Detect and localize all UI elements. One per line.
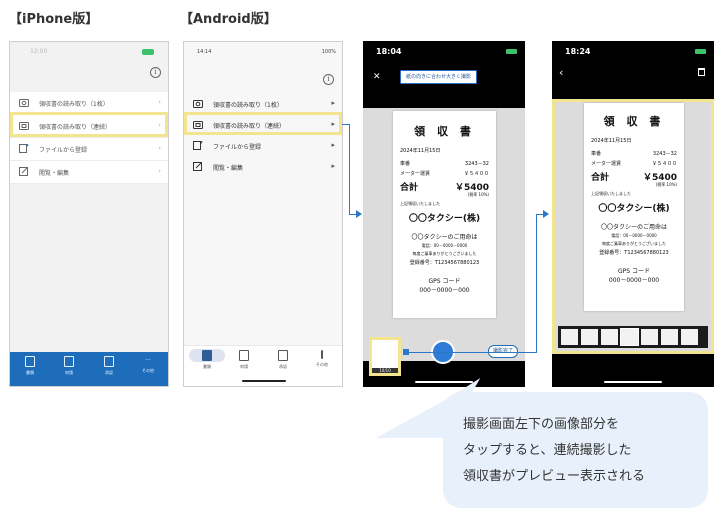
menu-item-read-single[interactable]: 領収書の読み取り（1枚） ▸ xyxy=(184,93,342,114)
back-icon[interactable]: ‹ xyxy=(559,66,563,79)
home-indicator xyxy=(242,380,286,382)
connector-line xyxy=(536,214,537,353)
more-icon: ··· xyxy=(145,357,151,364)
highlight-box xyxy=(184,112,342,135)
tab-other[interactable]: その他 xyxy=(307,350,337,368)
camera-icon xyxy=(19,99,29,107)
file-add-icon xyxy=(193,141,203,150)
preview-frame: 領 収 書 2024年11月15日 車番 3243－32 メーター運賃 ￥５４００ … xyxy=(552,99,714,354)
edit-icon xyxy=(193,162,202,171)
chevron-right-icon: ▸ xyxy=(331,162,335,170)
thumbnail[interactable] xyxy=(661,329,678,345)
chevron-right-icon: › xyxy=(158,144,161,152)
chevron-right-icon: › xyxy=(158,167,161,175)
status-clock: 18:04 xyxy=(376,47,402,56)
shot-counter: 10/10 xyxy=(372,368,398,373)
menu-item-label: 閲覧・編集 xyxy=(39,170,70,177)
menu-item-view-edit[interactable]: 閲覧・編集 ▸ xyxy=(184,156,342,177)
thumbnail[interactable] xyxy=(601,329,618,345)
callout-text: 撮影画面左下の画像部分を タップすると、連続撮影した 領収書がプレビュー表示され… xyxy=(463,417,646,484)
status-bar: 14:14 100% xyxy=(184,42,342,64)
status-bar: 18:04 xyxy=(363,41,525,63)
edit-icon xyxy=(19,167,28,176)
camera-icon xyxy=(193,100,203,108)
arrow-right-icon xyxy=(356,210,362,218)
tab-documents[interactable]: 書類 xyxy=(15,356,45,376)
preview-screen: 18:24 ‹ 領 収 書 2024年11月15日 車番 3243－32 メーター… xyxy=(552,41,714,387)
status-bar: 12:00 xyxy=(10,42,168,64)
home-indicator xyxy=(604,381,662,383)
menu-item-label: ファイルから登録 xyxy=(213,144,262,151)
tab-bar: 書類 申請 承認 その他 xyxy=(184,345,342,386)
tab-approve[interactable]: 承認 xyxy=(94,356,124,376)
chevron-right-icon: ▸ xyxy=(331,99,335,107)
last-shot-thumbnail[interactable]: 10/10 xyxy=(369,337,401,376)
approve-icon xyxy=(278,350,288,361)
callout-bubble: 撮影画面左下の画像部分を タップすると、連続撮影した 領収書がプレビュー表示され… xyxy=(443,392,708,508)
menu-item-label: 閲覧・編集 xyxy=(213,165,244,172)
android-section-title: 【Android版】 xyxy=(180,12,277,27)
signal-battery: 100% xyxy=(321,49,336,55)
document-icon xyxy=(202,350,212,361)
menu-item-view-edit[interactable]: 閲覧・編集 › xyxy=(10,161,168,184)
receipt-image: 領 収 書 2024年11月15日 車番 3243－32 メーター運賃 ￥５４００ … xyxy=(584,103,684,311)
iphone-section-title: 【iPhone版】 xyxy=(9,12,99,27)
info-icon[interactable]: i xyxy=(323,74,334,85)
apply-icon xyxy=(64,356,74,367)
menu-item-file-register[interactable]: ファイルから登録 › xyxy=(10,138,168,161)
battery-icon xyxy=(506,49,517,54)
battery-icon xyxy=(142,49,154,55)
menu-item-label: ファイルから登録 xyxy=(39,147,88,154)
thumbnail-strip[interactable] xyxy=(558,326,708,348)
connector-line xyxy=(349,124,350,215)
file-add-icon xyxy=(19,144,29,153)
tab-apply[interactable]: 申請 xyxy=(54,356,84,376)
thumbnail[interactable] xyxy=(581,329,598,345)
thumbnail[interactable] xyxy=(681,329,698,345)
thumbnail[interactable] xyxy=(641,329,658,345)
tab-other[interactable]: ··· その他 xyxy=(133,356,163,374)
connector-line xyxy=(409,352,536,353)
menu-item-label: 領収書の読み取り（1枚） xyxy=(213,102,283,109)
menu-item-file-register[interactable]: ファイルから登録 ▸ xyxy=(184,135,342,156)
tab-apply[interactable]: 申請 xyxy=(229,350,259,370)
camera-preview: 領 収 書 2024年11月15日 車番 3243－32 メーター運賃 ￥５４００ … xyxy=(363,108,525,361)
menu-list: 領収書の読み取り（1枚） ▸ 領収書の読み取り（連続） ▸ ファイルから登録 ▸… xyxy=(184,93,342,177)
thumbnail-selected[interactable] xyxy=(620,328,639,346)
status-clock: 14:14 xyxy=(197,49,212,55)
apply-icon xyxy=(239,350,249,361)
chevron-right-icon: › xyxy=(158,98,161,106)
iphone-screen: 12:00 i 領収書の読み取り（1枚） › 領収書の読み取り（連続） › ファ… xyxy=(9,41,169,387)
highlight-box xyxy=(10,112,168,137)
info-icon[interactable]: i xyxy=(150,67,161,78)
document-icon xyxy=(25,356,35,367)
more-vertical-icon xyxy=(321,350,323,359)
approve-icon xyxy=(104,356,114,367)
thumbnail[interactable] xyxy=(561,329,578,345)
tab-bar: 書類 申請 承認 ··· その他 xyxy=(10,352,168,386)
tab-approve[interactable]: 承認 xyxy=(268,350,298,370)
android-screen: 14:14 100% i 領収書の読み取り（1枚） ▸ 領収書の読み取り（連続）… xyxy=(183,41,343,387)
close-icon[interactable]: ✕ xyxy=(373,72,381,82)
menu-item-label: 領収書の読み取り（1枚） xyxy=(39,101,109,108)
status-bar: 18:24 xyxy=(552,41,714,63)
trash-icon[interactable] xyxy=(698,68,705,76)
camera-screen: 18:04 ✕ 紙の向きに合わせ大きく撮影 領 収 書 2024年11月15日 … xyxy=(363,41,525,387)
battery-icon xyxy=(695,49,706,54)
status-clock: 12:00 xyxy=(30,48,48,55)
chevron-right-icon: ▸ xyxy=(331,141,335,149)
tab-documents[interactable]: 書類 xyxy=(192,350,222,370)
arrow-right-icon xyxy=(543,210,549,218)
menu-list: 領収書の読み取り（1枚） › 領収書の読み取り（連続） › ファイルから登録 ›… xyxy=(10,92,168,184)
fit-paper-button[interactable]: 紙の向きに合わせ大きく撮影 xyxy=(400,70,478,84)
status-clock: 18:24 xyxy=(565,47,591,56)
receipt-image: 領 収 書 2024年11月15日 車番 3243－32 メーター運賃 ￥５４００ … xyxy=(393,111,496,318)
